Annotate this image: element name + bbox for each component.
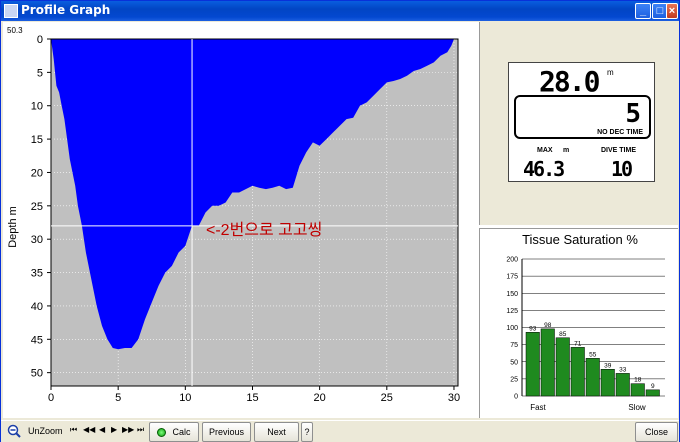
y-tick-label: 45 [31, 334, 43, 346]
y-axis-label: Depth m [7, 206, 19, 248]
tissue-saturation-panel: Tissue Saturation % 93 98 85 71 55 39 33 18 9 0 2… [479, 228, 678, 418]
tissue-y-tick-label: 200 [506, 257, 518, 264]
tissue-y-tick-label: 50 [510, 359, 518, 366]
slow-label: Slow [628, 403, 646, 412]
tissue-bar-label: 55 [589, 351, 597, 358]
no-dec-box: 5 NO DEC TIME [514, 95, 651, 139]
fast-label: Fast [530, 403, 546, 412]
first-icon[interactable]: ⏮ [70, 425, 77, 435]
profile-chart[interactable]: 50.3 0 5 10 15 20 25 30 0 5 10 15 20 25 30 35 40 45 50 <-… [3, 22, 475, 418]
y-tick-label: 10 [31, 101, 43, 113]
tissue-bar [570, 347, 585, 397]
depth-unit: m [607, 68, 614, 77]
tissue-bar [645, 389, 660, 397]
x-tick-label: 25 [381, 392, 393, 404]
tissue-y-tick-label: 150 [506, 291, 518, 298]
current-depth: 28.0 [539, 65, 600, 98]
help-button[interactable]: ? [301, 422, 313, 442]
tissue-bar-label: 33 [619, 366, 627, 373]
no-dec-time-value: 5 [625, 99, 641, 129]
tissue-y-tick-label: 25 [510, 376, 518, 383]
y-tick-label: 5 [37, 67, 43, 79]
calc-button[interactable]: Calc [149, 422, 199, 442]
y-tick-label: 20 [31, 167, 43, 179]
tissue-saturation-chart: Tissue Saturation % 93 98 85 71 55 39 33 18 9 0 2… [506, 232, 665, 412]
max-label: MAX [537, 147, 553, 154]
tissue-bar-label: 85 [559, 331, 567, 338]
dive-computer-panel: 28.0 m 5 NO DEC TIME MAX m DIVE TIME 46.… [479, 22, 678, 225]
tissue-y-tick-label: 175 [506, 274, 518, 281]
dive-time-value: 10 [611, 157, 633, 181]
unzoom-icon[interactable] [7, 424, 21, 438]
calc-status-led [157, 428, 167, 438]
tissue-chart-title: Tissue Saturation % [522, 232, 638, 247]
tissue-bar [600, 369, 615, 397]
x-tick-label: 20 [314, 392, 326, 404]
tissue-bar [615, 373, 630, 397]
y-tick-label: 15 [31, 134, 43, 146]
tissue-bar [540, 328, 555, 397]
close-window-button[interactable]: × [666, 3, 678, 19]
x-tick-label: 15 [246, 392, 258, 404]
minimize-button[interactable]: _ [635, 3, 651, 19]
calc-label: Calc [172, 427, 191, 437]
tissue-bar-label: 18 [634, 377, 642, 384]
tissue-y-tick-label: 125 [506, 308, 518, 315]
tissue-bar [525, 332, 540, 397]
dive-computer-display: 28.0 m 5 NO DEC TIME MAX m DIVE TIME 46.… [508, 62, 655, 182]
window-title: Profile Graph [21, 3, 111, 17]
title-bar[interactable]: Profile Graph _ □ × [1, 1, 679, 21]
y-tick-label: 30 [31, 234, 43, 246]
client-area: 50.3 0 5 10 15 20 25 30 0 5 10 15 20 25 30 35 40 45 50 <-… [3, 22, 678, 418]
tissue-bar-label: 93 [529, 325, 537, 332]
tissue-y-tick-label: 100 [506, 325, 518, 332]
max-unit: m [563, 147, 570, 154]
x-tick-label: 30 [448, 392, 460, 404]
close-button[interactable]: Close [635, 422, 678, 442]
corner-label: 50.3 [7, 26, 23, 35]
previous-button[interactable]: Previous [202, 422, 251, 442]
y-tick-label: 25 [31, 201, 43, 213]
bottom-toolbar: UnZoom ⏮ ◀◀ ◀ ▶ ▶▶ ⏭ Calc Previous Next … [1, 420, 679, 442]
annotation-text: <-2번으로 고고씽 [206, 221, 322, 239]
profile-graph-panel: 50.3 0 5 10 15 20 25 30 0 5 10 15 20 25 30 35 40 45 50 <-… [3, 22, 475, 418]
last-icon[interactable]: ⏭ [137, 425, 144, 435]
tissue-bar [555, 337, 570, 397]
fast-rewind-icon[interactable]: ◀◀ [83, 425, 95, 434]
step-forward-icon[interactable]: ▶ [111, 425, 117, 434]
tissue-bar [585, 358, 600, 397]
tissue-bar [630, 383, 645, 397]
dive-time-label: DIVE TIME [601, 147, 637, 154]
y-tick-label: 50 [31, 368, 43, 380]
no-dec-time-label: NO DEC TIME [597, 129, 643, 136]
step-back-icon[interactable]: ◀ [99, 425, 105, 434]
tissue-bar-label: 9 [651, 383, 655, 390]
tissue-bar-label: 98 [544, 322, 552, 329]
max-depth-value: 46.3 [523, 157, 565, 181]
next-button[interactable]: Next [254, 422, 299, 442]
fast-forward-icon[interactable]: ▶▶ [122, 425, 134, 434]
y-tick-label: 35 [31, 268, 43, 280]
x-tick-label: 0 [48, 392, 54, 404]
tissue-y-tick-label: 0 [514, 394, 518, 401]
tissue-bar-label: 71 [574, 340, 582, 347]
app-icon [4, 4, 18, 18]
unzoom-button[interactable]: UnZoom [28, 426, 63, 436]
tissue-y-tick-label: 75 [510, 342, 518, 349]
tissue-bar-label: 39 [604, 362, 612, 369]
x-tick-label: 5 [115, 392, 121, 404]
y-tick-label: 0 [37, 34, 43, 46]
profile-graph-window: Profile Graph _ □ × 50.3 0 5 10 15 20 25 30 0 5 1… [0, 0, 680, 442]
x-tick-label: 10 [179, 392, 191, 404]
y-tick-label: 40 [31, 301, 43, 313]
